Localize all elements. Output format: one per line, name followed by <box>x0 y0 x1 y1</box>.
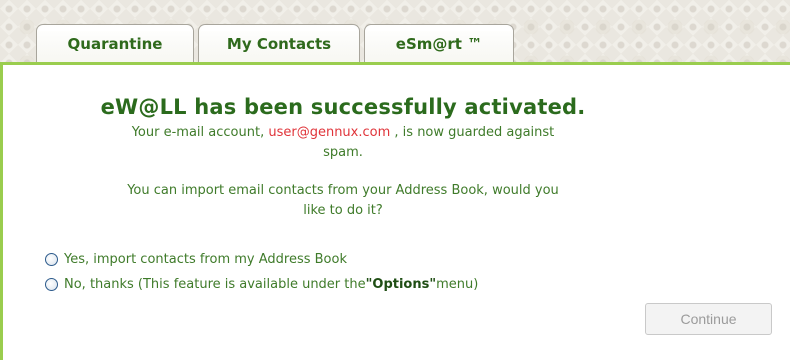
tab-quarantine[interactable]: Quarantine <box>36 24 194 62</box>
import-question-line-2: like to do it? <box>303 203 383 218</box>
radio-no-thanks[interactable] <box>45 278 58 291</box>
account-suffix: , is now guarded against <box>394 125 555 140</box>
tab-my-contacts[interactable]: My Contacts <box>198 24 360 62</box>
option-yes-import[interactable]: Yes, import contacts from my Address Boo… <box>45 252 347 267</box>
account-prefix: Your e-mail account, <box>131 125 269 140</box>
option-no-suffix: menu) <box>436 277 479 292</box>
continue-button[interactable]: Continue <box>645 303 772 335</box>
import-question-line-1: You can import email contacts from your … <box>127 183 559 198</box>
option-no-prefix: No, thanks (This feature is available un… <box>64 277 366 292</box>
option-no-options-word: "Options" <box>365 277 437 292</box>
radio-yes-import[interactable] <box>45 253 58 266</box>
account-message-line: Your e-mail account, user@gennux.com , i… <box>3 125 683 140</box>
activation-title: eW@LL has been successfully activated. <box>100 95 586 119</box>
tab-my-contacts-label: My Contacts <box>226 34 332 53</box>
option-yes-label: Yes, import contacts from my Address Boo… <box>64 252 347 267</box>
tab-esmart-label: eSm@rt ™ <box>395 34 483 53</box>
account-email: user@gennux.com <box>268 125 391 140</box>
tab-strip: Quarantine My Contacts eSm@rt ™ <box>36 20 518 62</box>
tab-quarantine-label: Quarantine <box>67 34 163 53</box>
account-message-line-2: spam. <box>323 145 363 160</box>
option-no-thanks[interactable]: No, thanks (This feature is available un… <box>45 277 478 292</box>
tab-esmart[interactable]: eSm@rt ™ <box>364 24 514 62</box>
main-panel: eW@LL has been successfully activated. Y… <box>0 62 790 360</box>
